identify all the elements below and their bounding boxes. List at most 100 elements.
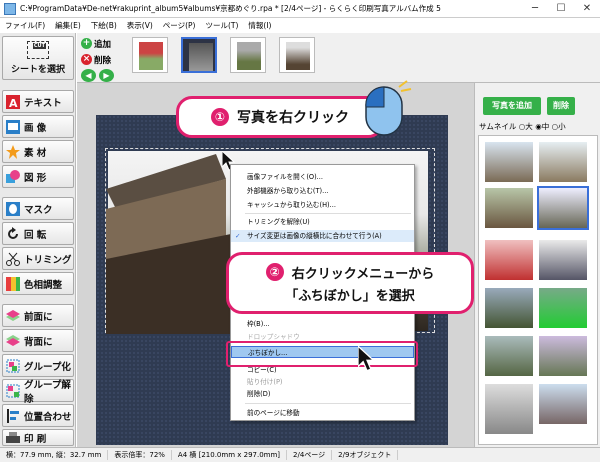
ungroup-button[interactable]: グループ解除 xyxy=(2,379,74,405)
status-zoom: 表示倍率：72% xyxy=(108,450,172,460)
ctx-separator xyxy=(245,213,411,214)
text-icon: A xyxy=(6,94,20,109)
ctx-frame[interactable]: 枠(B)... xyxy=(231,318,414,330)
image-icon xyxy=(6,119,20,134)
photo-thumb[interactable] xyxy=(539,142,587,182)
menu-file[interactable]: ファイル(F) xyxy=(0,20,50,31)
ctx-delete[interactable]: 削除(D) xyxy=(231,388,414,400)
select-rect-icon: CUT xyxy=(27,41,49,59)
page-thumb-2[interactable] xyxy=(181,37,217,73)
delete-photo-button[interactable]: 削除 xyxy=(547,97,575,115)
photo-thumb[interactable] xyxy=(485,188,533,228)
menu-edit[interactable]: 編集(E) xyxy=(50,20,86,31)
step2-row: ② 右クリックメニューから xyxy=(265,263,435,282)
page-thumb-image xyxy=(139,42,163,70)
photo-thumb[interactable] xyxy=(539,288,587,328)
photo-thumb[interactable] xyxy=(485,240,533,280)
photo-thumb-selected[interactable] xyxy=(537,186,589,230)
photo-thumb[interactable] xyxy=(485,384,533,434)
menu-background[interactable]: 下絵(B) xyxy=(86,20,122,31)
prev-page-button[interactable]: ◀ xyxy=(81,69,96,82)
thumbnail-size-row: サムネイル ○大 ◉中 ○小 xyxy=(479,121,566,132)
size-medium-label: 中 xyxy=(541,122,550,131)
step2-line1: 右クリックメニューから xyxy=(291,266,435,282)
select-sheet-button[interactable]: CUT シートを選択 xyxy=(2,36,74,80)
bring-front-icon xyxy=(6,309,20,321)
svg-text:A: A xyxy=(9,97,18,109)
minimize-button[interactable]: ─ xyxy=(522,0,548,18)
page-thumb-image xyxy=(286,42,310,70)
menu-bar: ファイル(F) 編集(E) 下絵(B) 表示(V) ページ(P) ツール(T) … xyxy=(0,18,600,33)
send-back-label: 背面に xyxy=(24,336,53,348)
menu-info[interactable]: 情報(I) xyxy=(243,20,276,31)
rotate-icon xyxy=(8,226,18,239)
ctx-open-image[interactable]: 画像ファイルを開く(O)... xyxy=(231,171,414,183)
select-sheet-label: シートを選択 xyxy=(10,65,65,75)
cut-badge: CUT xyxy=(32,43,46,49)
next-page-button[interactable]: ▶ xyxy=(99,69,114,82)
ctx-untrim[interactable]: トリミングを解除(U) xyxy=(231,216,414,228)
image-button[interactable]: 画 像 xyxy=(2,115,74,138)
material-button[interactable]: 素 材 xyxy=(2,140,74,163)
shape-label: 図 形 xyxy=(24,172,47,184)
size-medium-radio[interactable]: ◉中 xyxy=(535,122,549,131)
color-icon xyxy=(6,276,20,291)
tool-sidebar: CUT シートを選択 A テキスト 画 像 素 材 図 形 マスク 回 転 トリミ… xyxy=(0,33,76,447)
status-position: 横：77.9 mm, 縦：32.7 mm xyxy=(0,450,109,460)
photo-thumb[interactable] xyxy=(485,142,533,182)
close-button[interactable]: ✕ xyxy=(574,0,600,18)
rotate-button[interactable]: 回 転 xyxy=(2,222,74,245)
add-photo-button[interactable]: 写真を追加 xyxy=(483,97,541,115)
size-small-radio[interactable]: ○小 xyxy=(552,122,566,131)
print-label: 印 刷 xyxy=(24,433,47,445)
align-icon xyxy=(7,408,19,423)
text-button[interactable]: A テキスト xyxy=(2,90,74,113)
photo-thumb[interactable] xyxy=(485,336,533,376)
size-large-radio[interactable]: ○大 xyxy=(519,122,533,131)
send-back-button[interactable]: 背面に xyxy=(2,329,74,352)
page-thumb-image xyxy=(237,42,261,70)
size-small-label: 小 xyxy=(558,122,566,131)
page-thumb-1[interactable] xyxy=(132,37,168,73)
size-large-label: 大 xyxy=(525,122,533,131)
trimming-button[interactable]: トリミング xyxy=(2,247,74,270)
title-bar: C:¥ProgramData¥De-net¥rakuprint_album5¥a… xyxy=(0,0,600,18)
print-button[interactable]: 印 刷 xyxy=(2,429,74,446)
add-page-label: 追加 xyxy=(94,39,112,50)
photo-thumb[interactable] xyxy=(539,336,587,376)
page-thumb-image xyxy=(189,43,213,71)
delete-page-button[interactable]: × 削除 xyxy=(81,53,111,66)
temple-roof-graphic xyxy=(106,154,234,334)
menu-view[interactable]: 表示(V) xyxy=(122,20,158,31)
group-label: グループ化 xyxy=(24,361,71,373)
ctx-import-device[interactable]: 外部機器から取り込む(T)... xyxy=(231,185,414,197)
ungroup-label: グループ解除 xyxy=(24,379,71,405)
align-button[interactable]: 位置合わせ xyxy=(2,404,74,427)
photo-thumb[interactable] xyxy=(485,288,533,328)
mask-icon xyxy=(6,201,20,216)
mask-button[interactable]: マスク xyxy=(2,197,74,220)
photo-thumb[interactable] xyxy=(539,384,587,424)
hue-adjust-button[interactable]: 色相調整 xyxy=(2,272,74,295)
photo-list xyxy=(478,135,598,445)
page-thumb-3[interactable] xyxy=(230,37,266,73)
status-bar: 横：77.9 mm, 縦：32.7 mm 表示倍率：72% A4 横 [210.… xyxy=(0,447,600,462)
menu-tools[interactable]: ツール(T) xyxy=(200,20,243,31)
group-button[interactable]: グループ化 xyxy=(2,354,74,377)
ctx-move-prev-page[interactable]: 前のページに移動 xyxy=(231,407,414,419)
ctx-keep-aspect[interactable]: ✓ サイズ変更は画像の縦横比に合わせて行う(A) xyxy=(231,230,414,242)
ctx-paste[interactable]: 貼り付け(P) xyxy=(231,376,414,388)
maximize-button[interactable]: ☐ xyxy=(548,0,574,18)
step2-line2: 「ふちぼかし」を選択 xyxy=(285,288,415,304)
trimming-label: トリミング xyxy=(24,254,72,266)
check-icon: ✓ xyxy=(235,232,241,240)
ctx-import-cache[interactable]: キャッシュから取り込む(H)... xyxy=(231,199,414,211)
send-back-icon xyxy=(6,334,20,346)
photo-thumb[interactable] xyxy=(539,240,587,280)
page-thumb-4[interactable] xyxy=(279,37,315,73)
image-label: 画 像 xyxy=(24,122,47,134)
shape-button[interactable]: 図 形 xyxy=(2,165,74,188)
bring-front-button[interactable]: 前面に xyxy=(2,304,74,327)
menu-page[interactable]: ページ(P) xyxy=(158,20,201,31)
add-page-button[interactable]: + 追加 xyxy=(81,37,111,50)
